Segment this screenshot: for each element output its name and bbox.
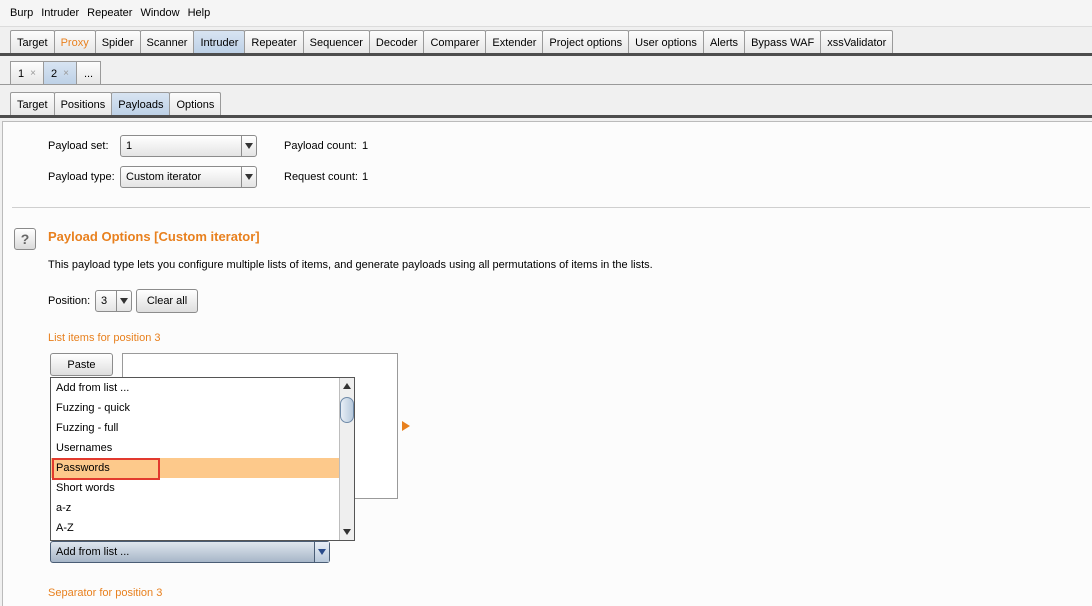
expand-arrow-icon[interactable] <box>402 421 410 431</box>
section-description: This payload type lets you configure mul… <box>48 259 653 271</box>
subtab-options[interactable]: Options <box>169 92 222 116</box>
attack-tab-label: 1 <box>18 67 25 80</box>
payload-set-select[interactable]: 1 <box>120 135 257 157</box>
tab-alerts[interactable]: Alerts <box>702 30 746 54</box>
main-tab-bar: Target Proxy Spider Scanner Intruder Rep… <box>0 29 1092 54</box>
position-label: Position: <box>48 295 91 307</box>
dropdown-item-short-words[interactable]: Short words <box>51 478 340 498</box>
sub-tab-underline <box>0 115 1092 118</box>
tab-sequencer[interactable]: Sequencer <box>302 30 370 54</box>
separator-label: Separator for position 3 <box>48 587 163 599</box>
tab-repeater[interactable]: Repeater <box>244 30 304 54</box>
scroll-down-arrow-icon[interactable] <box>343 529 351 535</box>
position-value: 3 <box>101 295 108 307</box>
section-divider <box>12 207 1090 208</box>
tab-decoder[interactable]: Decoder <box>368 30 425 54</box>
subtab-payloads[interactable]: Payloads <box>111 92 171 116</box>
tab-xssvalidator[interactable]: xssValidator <box>820 30 894 54</box>
attack-tab-underline <box>0 84 1092 85</box>
attack-tab-1[interactable]: 1 × <box>10 61 44 85</box>
tab-bypass-waf[interactable]: Bypass WAF <box>744 30 822 54</box>
tab-project-options[interactable]: Project options <box>542 30 630 54</box>
tab-user-options[interactable]: User options <box>628 30 704 54</box>
paste-button[interactable]: Paste <box>50 353 113 376</box>
tab-extender[interactable]: Extender <box>485 30 544 54</box>
scroll-up-arrow-icon[interactable] <box>343 383 351 389</box>
dropdown-item-a-z-lower[interactable]: a-z <box>51 498 340 518</box>
clear-all-button[interactable]: Clear all <box>136 289 198 313</box>
payload-count-label: Payload count: <box>284 140 357 152</box>
chevron-down-icon <box>241 136 256 156</box>
close-icon[interactable]: × <box>30 68 36 79</box>
dropdown-item-add-from-list[interactable]: Add from list ... <box>51 378 340 398</box>
menu-intruder[interactable]: Intruder <box>37 7 83 19</box>
scroll-thumb[interactable] <box>340 397 354 423</box>
payload-type-value: Custom iterator <box>126 171 202 183</box>
attack-tab-2[interactable]: 2 × <box>42 61 77 85</box>
tab-proxy[interactable]: Proxy <box>53 30 96 54</box>
payload-type-label: Payload type: <box>48 171 115 183</box>
payload-type-select[interactable]: Custom iterator <box>120 166 257 188</box>
menu-burp[interactable]: Burp <box>6 7 37 19</box>
tab-intruder[interactable]: Intruder <box>193 30 246 54</box>
help-icon[interactable]: ? <box>14 228 36 250</box>
menu-help[interactable]: Help <box>184 7 215 19</box>
dropdown-item-fuzzing-quick[interactable]: Fuzzing - quick <box>51 398 340 418</box>
sub-tab-bar: Target Positions Payloads Options <box>0 91 1092 116</box>
menu-window[interactable]: Window <box>136 7 183 19</box>
payload-set-label: Payload set: <box>48 140 109 152</box>
tab-comparer[interactable]: Comparer <box>423 30 487 54</box>
dropdown-item-usernames[interactable]: Usernames <box>51 438 340 458</box>
tab-target[interactable]: Target <box>10 30 55 54</box>
attack-tab-bar: 1 × 2 × ... <box>0 60 1092 85</box>
attack-tab-label: 2 <box>50 67 58 80</box>
dropdown-item-fuzzing-full[interactable]: Fuzzing - full <box>51 418 340 438</box>
request-count-label: Request count: <box>284 171 358 183</box>
payload-count-value: 1 <box>362 140 369 152</box>
highlight-box <box>52 458 160 480</box>
chevron-down-icon <box>241 167 256 187</box>
section-title: Payload Options [Custom iterator] <box>48 229 260 244</box>
dropdown-item-a-z-upper[interactable]: A-Z <box>51 518 340 538</box>
menu-repeater[interactable]: Repeater <box>83 7 136 19</box>
new-attack-tab[interactable]: ... <box>75 61 102 85</box>
dropdown-scrollbar[interactable] <box>339 378 354 540</box>
tab-scanner[interactable]: Scanner <box>139 30 195 54</box>
subtab-positions[interactable]: Positions <box>53 92 113 116</box>
add-from-list-select[interactable]: Add from list ... <box>50 541 330 563</box>
position-select[interactable]: 3 <box>95 290 132 312</box>
main-tab-underline <box>0 53 1092 56</box>
menu-divider <box>0 26 1092 27</box>
add-from-list-value: Add from list ... <box>56 546 130 558</box>
request-count-value: 1 <box>362 171 369 183</box>
payload-set-value: 1 <box>126 140 133 152</box>
add-from-list-dropdown[interactable]: Add from list ... Fuzzing - quick Fuzzin… <box>50 377 355 541</box>
tab-spider[interactable]: Spider <box>94 30 141 54</box>
chevron-down-icon <box>116 291 131 311</box>
chevron-down-icon <box>314 542 329 562</box>
menu-bar: Burp Intruder Repeater Window Help <box>0 0 1092 26</box>
subtab-target[interactable]: Target <box>10 92 55 116</box>
close-icon[interactable]: × <box>63 68 69 79</box>
list-items-label: List items for position 3 <box>48 332 161 344</box>
